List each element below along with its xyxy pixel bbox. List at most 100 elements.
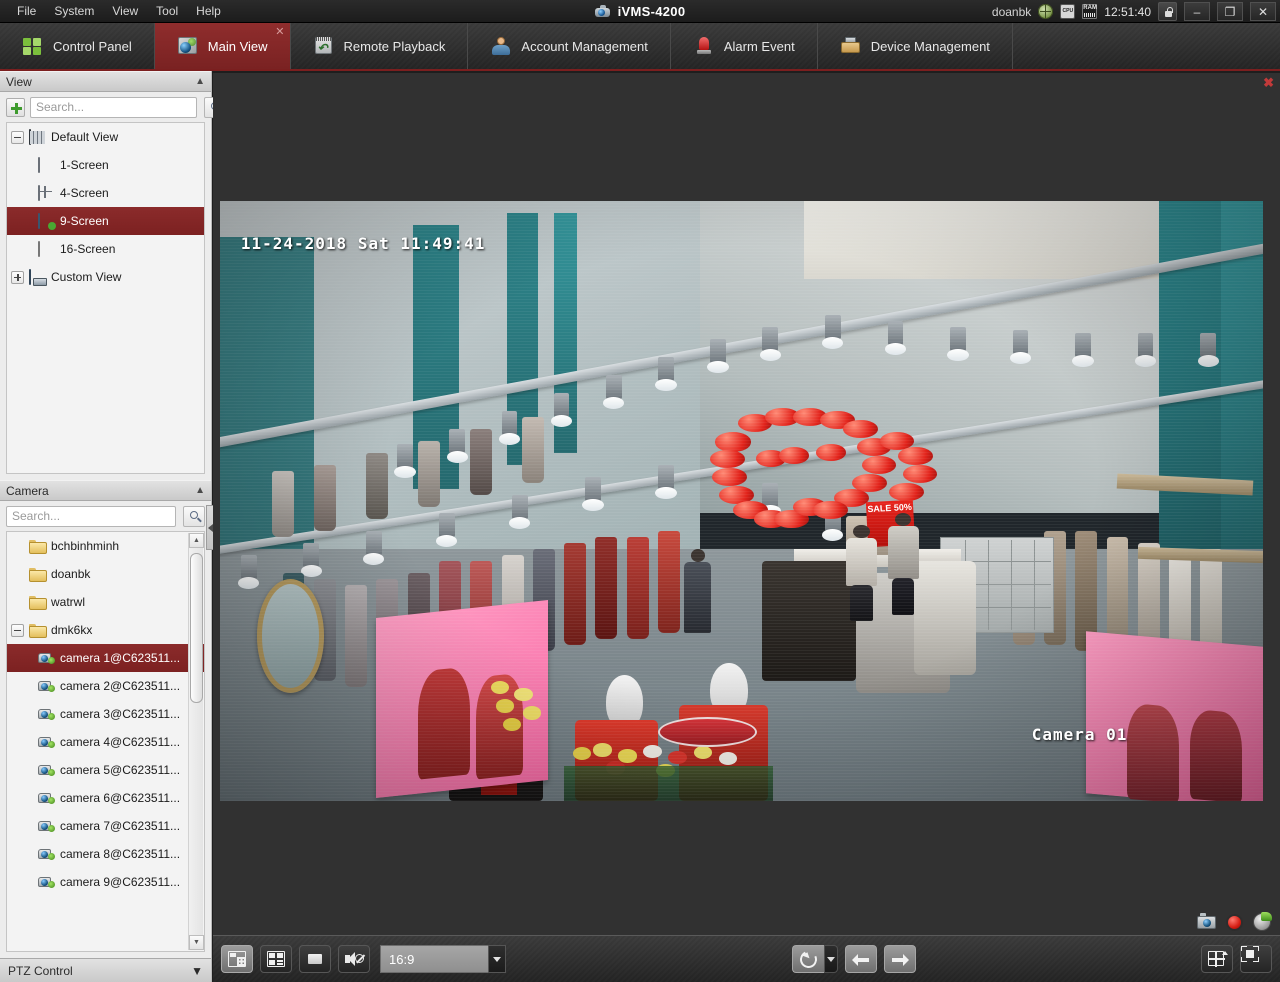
tab-main-view[interactable]: Main View ✕ <box>154 23 291 69</box>
view-search-row <box>0 92 226 122</box>
globe-icon[interactable] <box>1038 4 1054 19</box>
lock-icon[interactable] <box>1158 2 1177 21</box>
auto-switch-dropdown-button[interactable] <box>823 945 838 973</box>
device-management-icon <box>840 36 862 56</box>
menu-view[interactable]: View <box>103 1 147 21</box>
view-search-box[interactable] <box>30 96 197 118</box>
chevron-down-icon[interactable]: ▼ <box>191 964 203 978</box>
capture-snapshot-icon[interactable] <box>1197 913 1216 931</box>
menu-bar: File System View Tool Help <box>0 0 230 23</box>
tree-item-label: bchbinhminh <box>51 539 120 553</box>
tree-item-dmk6kx[interactable]: dmk6kx <box>7 616 204 644</box>
tab-close-icon[interactable]: ✕ <box>275 27 284 38</box>
toolbar-center-group <box>513 945 1194 973</box>
mute-audio-button[interactable] <box>338 945 370 973</box>
camera-search-button[interactable] <box>183 505 205 527</box>
tab-account-management[interactable]: Account Management <box>468 23 671 69</box>
collapse-toggle-icon[interactable] <box>11 130 24 144</box>
tree-item-camera-7[interactable]: camera 7@C623511... <box>7 812 204 840</box>
tree-item-9-screen[interactable]: 9-Screen <box>7 207 204 235</box>
scroll-up-icon[interactable]: ▲ <box>189 533 204 548</box>
camera-panel-header[interactable]: Camera ▲ <box>0 480 211 501</box>
menu-file[interactable]: File <box>8 1 45 21</box>
ram-icon[interactable]: RAM <box>1082 4 1098 19</box>
tab-label: Remote Playback <box>343 38 446 54</box>
camera-tree-scrollbar[interactable]: ▲ ▼ <box>188 533 204 950</box>
tree-item-label: 9-Screen <box>60 214 109 228</box>
close-window-button[interactable]: ✕ <box>1250 2 1276 21</box>
tree-item-camera-1[interactable]: camera 1@C623511... <box>7 644 204 672</box>
tree-item-camera-9[interactable]: camera 9@C623511... <box>7 868 204 896</box>
tree-item-camera-3[interactable]: camera 3@C623511... <box>7 700 204 728</box>
maximize-restore-button[interactable]: ❐ <box>1217 2 1243 21</box>
tab-remote-playback[interactable]: ↶ Remote Playback <box>291 23 469 69</box>
live-view-toolbar: 16:9 <box>213 935 1280 982</box>
tree-item-label: watrwl <box>51 595 86 609</box>
tab-device-management[interactable]: Device Management <box>818 23 1013 69</box>
screen-layout-button[interactable] <box>221 945 253 973</box>
tree-item-camera-2[interactable]: camera 2@C623511... <box>7 672 204 700</box>
previous-page-button[interactable] <box>844 945 877 973</box>
camera-search-box[interactable] <box>6 505 176 527</box>
tree-item-camera-6[interactable]: camera 6@C623511... <box>7 784 204 812</box>
camera-tree[interactable]: bchbinhminh doanbk watrwl dmk6kx camera <box>6 531 205 952</box>
tree-item-label: camera 2@C623511... <box>60 679 181 693</box>
menu-system[interactable]: System <box>45 1 103 21</box>
tab-control-panel[interactable]: Control Panel <box>0 23 155 69</box>
menu-tool[interactable]: Tool <box>147 1 187 21</box>
main-tab-strip: Control Panel Main View ✕ ↶ Remote Playb… <box>0 23 1280 71</box>
scrollbar-thumb[interactable] <box>190 553 203 703</box>
stop-all-live-view-button[interactable] <box>299 945 331 973</box>
chevron-down-icon[interactable] <box>488 945 506 973</box>
video-window-camera-01[interactable]: SALE 50% <box>220 201 1263 801</box>
multi-window-button[interactable] <box>260 945 292 973</box>
auto-switch-button[interactable] <box>791 945 824 973</box>
ptz-control-header[interactable]: PTZ Control ▼ <box>0 958 211 982</box>
chevron-up-icon[interactable]: ▲ <box>195 76 205 87</box>
view-panel-header[interactable]: View ▲ <box>0 71 211 92</box>
control-panel-icon <box>22 36 44 56</box>
cpu-icon[interactable]: CPU <box>1060 4 1076 19</box>
folder-icon <box>29 623 46 638</box>
fullscreen-icon <box>1241 946 1259 962</box>
tree-item-camera-4[interactable]: camera 4@C623511... <box>7 728 204 756</box>
tree-item-watrwl[interactable]: watrwl <box>7 588 204 616</box>
full-screen-button[interactable] <box>1240 945 1272 973</box>
close-live-view-icon[interactable]: ✖ <box>1263 76 1274 89</box>
folder-icon <box>29 539 46 554</box>
add-view-button[interactable] <box>6 97 25 117</box>
tree-item-bchbinhminh[interactable]: bchbinhminh <box>7 532 204 560</box>
tree-item-camera-8[interactable]: camera 8@C623511... <box>7 840 204 868</box>
toolbar-right-group <box>1201 945 1272 973</box>
tree-item-doanbk[interactable]: doanbk <box>7 560 204 588</box>
collapse-toggle-icon[interactable] <box>11 623 24 637</box>
auto-switch-group <box>791 945 838 973</box>
alarm-event-icon <box>693 36 715 56</box>
tree-item-default-view[interactable]: Default View <box>7 123 204 151</box>
minimize-button[interactable]: – <box>1184 2 1210 21</box>
menu-help[interactable]: Help <box>187 1 230 21</box>
tab-alarm-event[interactable]: Alarm Event <box>671 23 818 69</box>
tree-item-custom-view[interactable]: Custom View <box>7 263 204 291</box>
arrow-left-icon <box>851 953 870 966</box>
tree-item-label: camera 4@C623511... <box>60 735 181 749</box>
next-page-button[interactable] <box>883 945 916 973</box>
scroll-down-icon[interactable]: ▼ <box>189 935 204 950</box>
view-search-input[interactable] <box>31 97 196 117</box>
window-division-button[interactable] <box>1201 945 1233 973</box>
aspect-ratio-select[interactable]: 16:9 <box>380 945 506 973</box>
chevron-up-icon[interactable]: ▲ <box>195 485 205 496</box>
tree-item-label: camera 9@C623511... <box>60 875 181 889</box>
instant-playback-icon[interactable] <box>1253 912 1272 931</box>
camera-icon <box>38 707 55 721</box>
camera-search-input[interactable] <box>7 506 175 526</box>
tree-item-label: Custom View <box>51 270 122 284</box>
tree-item-4-screen[interactable]: 4-Screen <box>7 179 204 207</box>
tree-item-16-screen[interactable]: 16-Screen <box>7 235 204 263</box>
expand-toggle-icon[interactable] <box>11 270 24 284</box>
tree-item-camera-5[interactable]: camera 5@C623511... <box>7 756 204 784</box>
record-icon[interactable] <box>1226 913 1243 931</box>
view-tree[interactable]: Default View 1-Screen 4-Screen 9-Screen <box>6 122 205 474</box>
camera-icon <box>38 763 55 777</box>
tree-item-1-screen[interactable]: 1-Screen <box>7 151 204 179</box>
